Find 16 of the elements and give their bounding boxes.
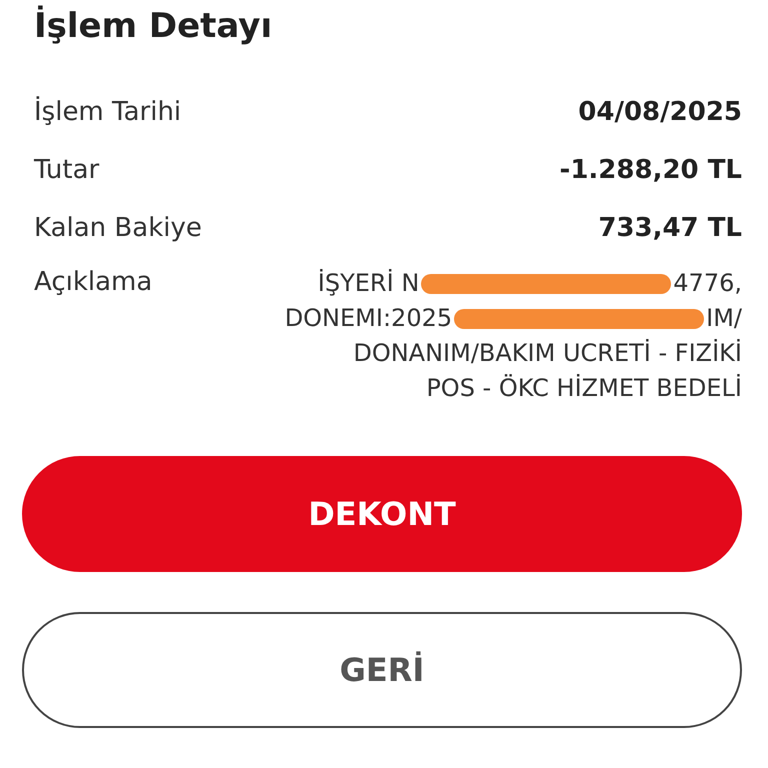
detail-label: İşlem Tarihi: [34, 96, 182, 128]
description-text: POS - ÖKC HİZMET BEDELİ: [426, 373, 742, 404]
description-text: DONEMI:2025: [284, 303, 452, 334]
detail-value: 04/08/2025: [578, 96, 742, 128]
description-text: İŞYERİ N: [318, 268, 420, 299]
detail-label: Tutar: [34, 154, 100, 186]
description-label: Açıklama: [34, 266, 152, 298]
detail-label: Kalan Bakiye: [34, 212, 202, 244]
page-title: İşlem Detayı: [33, 4, 274, 48]
detail-value: -1.288,20 TL: [560, 154, 742, 186]
description-text: IM/: [706, 303, 742, 334]
back-button[interactable]: GERİ: [22, 612, 742, 728]
description-text: DONANIM/BAKIM UCRETİ - FIZİKİ: [353, 338, 742, 369]
description-text: 4776,: [673, 268, 742, 299]
receipt-button[interactable]: DEKONT: [22, 456, 742, 572]
detail-value: 733,47 TL: [598, 212, 742, 244]
